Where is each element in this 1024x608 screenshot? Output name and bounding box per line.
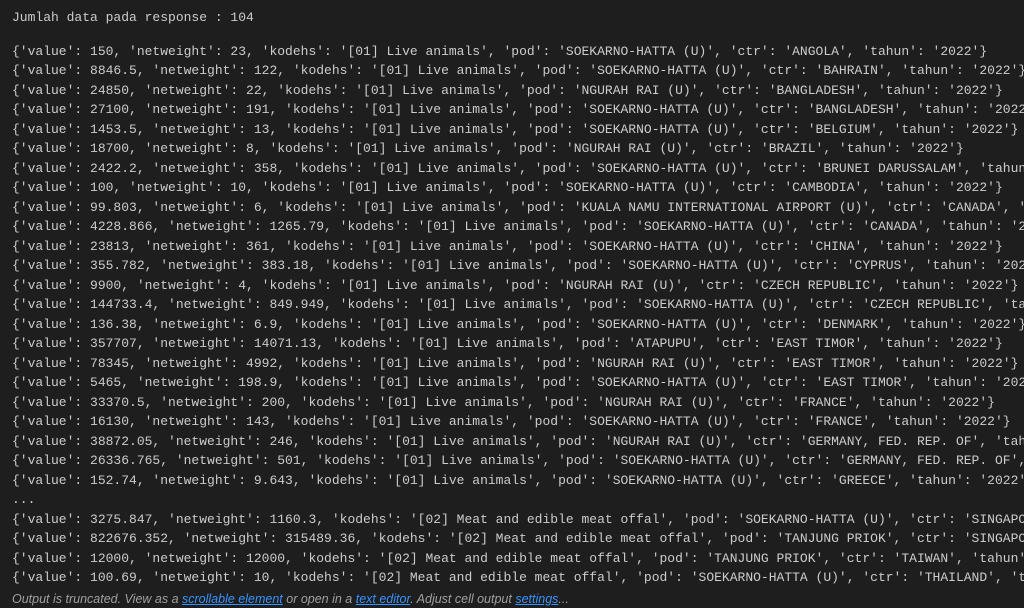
output-record-line: {'value': 357707, 'netweight': 14071.13,… — [12, 334, 1012, 354]
output-record-line: {'value': 18700, 'netweight': 8, 'kodehs… — [12, 139, 1012, 159]
truncation-mid1: or open in a — [283, 592, 356, 606]
output-record-line: {'value': 23813, 'netweight': 361, 'kode… — [12, 237, 1012, 257]
output-record-line: {'value': 144733.4, 'netweight': 849.949… — [12, 295, 1012, 315]
truncation-message: Output is truncated. View as a scrollabl… — [12, 590, 1012, 608]
output-record-line: {'value': 24850, 'netweight': 22, 'kodeh… — [12, 81, 1012, 101]
truncation-suffix: ... — [558, 592, 568, 606]
output-record-line: {'value': 78345, 'netweight': 4992, 'kod… — [12, 354, 1012, 374]
output-record-line: {'value': 12000, 'netweight': 12000, 'ko… — [12, 549, 1012, 569]
output-record-line: {'value': 99.803, 'netweight': 6, 'kodeh… — [12, 198, 1012, 218]
output-record-line: {'value': 1453.5, 'netweight': 13, 'kode… — [12, 120, 1012, 140]
output-record-line: {'value': 100, 'netweight': 10, 'kodehs'… — [12, 178, 1012, 198]
output-record-line: {'value': 26336.765, 'netweight': 501, '… — [12, 451, 1012, 471]
output-ellipsis: ... — [12, 490, 1012, 510]
settings-link[interactable]: settings — [515, 592, 558, 606]
output-record-line: {'value': 150, 'netweight': 23, 'kodehs'… — [12, 42, 1012, 62]
output-record-line: {'value': 33370.5, 'netweight': 200, 'ko… — [12, 393, 1012, 413]
truncation-mid2: . Adjust cell output — [410, 592, 515, 606]
text-editor-link[interactable]: text editor — [356, 592, 410, 606]
output-record-line: {'value': 355.782, 'netweight': 383.18, … — [12, 256, 1012, 276]
output-record-line: {'value': 38872.05, 'netweight': 246, 'k… — [12, 432, 1012, 452]
output-record-line: {'value': 9900, 'netweight': 4, 'kodehs'… — [12, 276, 1012, 296]
output-record-line: {'value': 4228.866, 'netweight': 1265.79… — [12, 217, 1012, 237]
output-record-line: {'value': 152.74, 'netweight': 9.643, 'k… — [12, 471, 1012, 491]
output-record-line: {'value': 5465, 'netweight': 198.9, 'kod… — [12, 373, 1012, 393]
output-header: Jumlah data pada response : 104 — [12, 8, 1012, 28]
truncation-prefix: Output is truncated. View as a — [12, 592, 182, 606]
output-record-line: {'value': 2422.2, 'netweight': 358, 'kod… — [12, 159, 1012, 179]
output-record-line: {'value': 100.69, 'netweight': 10, 'kode… — [12, 568, 1012, 588]
output-record-line: {'value': 8846.5, 'netweight': 122, 'kod… — [12, 61, 1012, 81]
output-records-bottom: {'value': 3275.847, 'netweight': 1160.3,… — [12, 510, 1012, 588]
output-records-top: {'value': 150, 'netweight': 23, 'kodehs'… — [12, 42, 1012, 491]
output-record-line: {'value': 16130, 'netweight': 143, 'kode… — [12, 412, 1012, 432]
scrollable-element-link[interactable]: scrollable element — [182, 592, 283, 606]
output-record-line: {'value': 3275.847, 'netweight': 1160.3,… — [12, 510, 1012, 530]
output-record-line: {'value': 136.38, 'netweight': 6.9, 'kod… — [12, 315, 1012, 335]
output-record-line: {'value': 27100, 'netweight': 191, 'kode… — [12, 100, 1012, 120]
